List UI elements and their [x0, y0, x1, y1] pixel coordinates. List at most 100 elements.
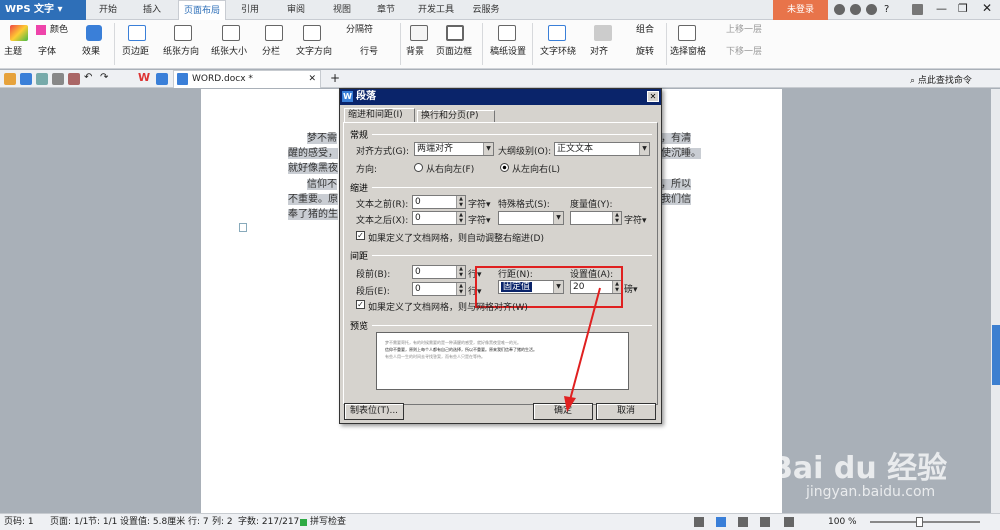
after-text-input[interactable]: 0 ▲ ▼ [412, 211, 466, 225]
maximize-icon[interactable]: ❐ [958, 2, 968, 15]
zoom-level[interactable]: 100 % [828, 514, 857, 530]
theme-button[interactable]: 主题 [4, 47, 22, 58]
orientation-icon [174, 25, 192, 41]
space-after-input[interactable]: 0 ▲ ▼ [412, 282, 466, 296]
print-preview-icon[interactable] [36, 73, 48, 85]
view-mode-icon[interactable] [784, 517, 794, 527]
share-icon[interactable] [850, 4, 861, 15]
wps-logo-icon: W [138, 71, 151, 84]
selection-pane-button[interactable]: 选择窗格 [670, 47, 706, 58]
rotate-button[interactable]: 旋转 [636, 47, 654, 58]
paper-size-button[interactable]: 纸张大小 [211, 47, 247, 58]
format-painter-icon[interactable] [68, 73, 80, 85]
minimize-icon[interactable]: — [936, 2, 947, 15]
tab-cloud[interactable]: 云服务 [466, 0, 506, 20]
general-heading: 常规 [350, 131, 369, 141]
tab-indent-spacing[interactable]: 缩进和间距(I) [344, 108, 415, 123]
app-menu-button[interactable]: WPS 文字 ▾ [0, 0, 86, 20]
dialog-close-icon[interactable]: ✕ [647, 91, 659, 102]
colors-button[interactable]: 颜色 [50, 25, 68, 36]
auto-indent-checkbox[interactable]: ✓ [356, 231, 365, 240]
view-mode-icon[interactable] [738, 517, 748, 527]
paragraph-dialog: W 段落 ✕ 缩进和间距(I) 换行和分页(P) 常规 对齐方式(G): 两端对… [339, 88, 662, 424]
draft-paper-button[interactable]: 稿纸设置 [490, 47, 526, 58]
ltr-radio[interactable] [500, 163, 509, 172]
outline-level-label: 大纲级别(O): [498, 147, 552, 157]
view-mode-icon[interactable] [694, 517, 704, 527]
special-format-select[interactable]: ▼ [498, 211, 564, 225]
before-text-input[interactable]: 0 ▲ ▼ [412, 195, 466, 209]
outline-level-select[interactable]: 正文文本 ▼ [554, 142, 650, 156]
spell-check[interactable]: 拼写检查 [310, 514, 346, 530]
close-tab-icon[interactable]: ✕ [308, 71, 316, 87]
print-icon[interactable] [52, 73, 64, 85]
snap-grid-label: 如果定义了文档网格，则与网格对齐(W) [368, 303, 528, 313]
line-numbers-button[interactable]: 行号 [360, 47, 378, 58]
command-search[interactable]: ⌕ 点此查找命令 [910, 73, 972, 86]
align-button[interactable]: 对齐 [590, 47, 608, 58]
bring-forward-button[interactable]: 上移一层 [726, 25, 762, 36]
tab-insert[interactable]: 插入 [134, 0, 170, 20]
zoom-slider[interactable] [870, 521, 980, 523]
after-text-unit[interactable]: 字符▾ [468, 213, 491, 226]
space-after-label: 段后(E): [356, 287, 390, 297]
breaks-button[interactable]: 分隔符 [346, 25, 373, 36]
skin-icon[interactable] [834, 4, 845, 15]
tab-chapter[interactable]: 章节 [368, 0, 404, 20]
send-backward-button[interactable]: 下移一层 [726, 47, 762, 58]
group-button[interactable]: 组合 [636, 25, 654, 36]
wrap-text-icon [548, 25, 566, 41]
doc-line: ，所以 [661, 179, 691, 190]
set-value-unit[interactable]: 磅▾ [624, 282, 638, 295]
before-text-unit[interactable]: 字符▾ [468, 197, 491, 210]
login-button[interactable]: 未登录 [773, 0, 828, 20]
wrap-text-button[interactable]: 文字环绕 [540, 47, 576, 58]
save-icon[interactable] [20, 73, 32, 85]
view-mode-icon[interactable] [760, 517, 770, 527]
tab-view[interactable]: 视图 [324, 0, 360, 20]
zoom-slider-thumb[interactable] [916, 517, 923, 527]
tab-home[interactable]: 开始 [90, 0, 126, 20]
tab-references[interactable]: 引用 [232, 0, 268, 20]
fonts-button[interactable]: 字体 [38, 47, 56, 58]
snap-grid-checkbox[interactable]: ✓ [356, 300, 365, 309]
theme-icon [10, 25, 28, 41]
draft-paper-icon [498, 25, 516, 41]
tab-page-layout[interactable]: 页面布局 [178, 0, 226, 20]
tab-developer[interactable]: 开发工具 [410, 0, 462, 20]
measure-input[interactable]: ▲ ▼ [570, 211, 622, 225]
space-before-input[interactable]: 0 ▲ ▼ [412, 265, 466, 279]
selection-pane-icon [678, 25, 696, 41]
colors-icon [36, 25, 46, 35]
columns-button[interactable]: 分栏 [262, 47, 280, 58]
page-borders-button[interactable]: 页面边框 [436, 47, 472, 58]
paste-options-icon[interactable] [239, 223, 247, 232]
restore-icon[interactable] [912, 4, 923, 15]
background-button[interactable]: 背景 [406, 47, 424, 58]
orientation-button[interactable]: 纸张方向 [163, 47, 199, 58]
document-tab-title: WORD.docx * [192, 74, 253, 84]
effects-button[interactable]: 效果 [82, 47, 100, 58]
undo-icon[interactable]: ↶ [84, 72, 92, 83]
alignment-select[interactable]: 两端对齐 ▼ [414, 142, 494, 156]
text-direction-button[interactable]: 文字方向 [296, 47, 332, 58]
spacing-heading: 间距 [350, 252, 369, 262]
document-tab[interactable]: WORD.docx * ✕ [173, 70, 321, 88]
redo-icon[interactable]: ↷ [100, 72, 108, 83]
new-tab-icon[interactable]: + [330, 71, 340, 85]
paper-size-icon [222, 25, 240, 41]
rtl-radio[interactable] [414, 163, 423, 172]
backup-icon[interactable] [866, 4, 877, 15]
tabs-button[interactable]: 制表位(T)... [344, 403, 404, 420]
close-icon[interactable]: ✕ [982, 1, 992, 15]
help-icon[interactable]: ? [884, 4, 895, 15]
cloud-icon[interactable] [156, 73, 168, 85]
vertical-scrollbar[interactable] [991, 89, 1000, 513]
open-icon[interactable] [4, 73, 16, 85]
view-mode-icon[interactable] [716, 517, 726, 527]
tab-review[interactable]: 审阅 [278, 0, 314, 20]
measure-unit[interactable]: 字符▾ [624, 213, 647, 226]
side-panel-handle[interactable] [992, 325, 1000, 385]
preview-heading: 预览 [350, 322, 369, 332]
margins-button[interactable]: 页边距 [122, 47, 149, 58]
